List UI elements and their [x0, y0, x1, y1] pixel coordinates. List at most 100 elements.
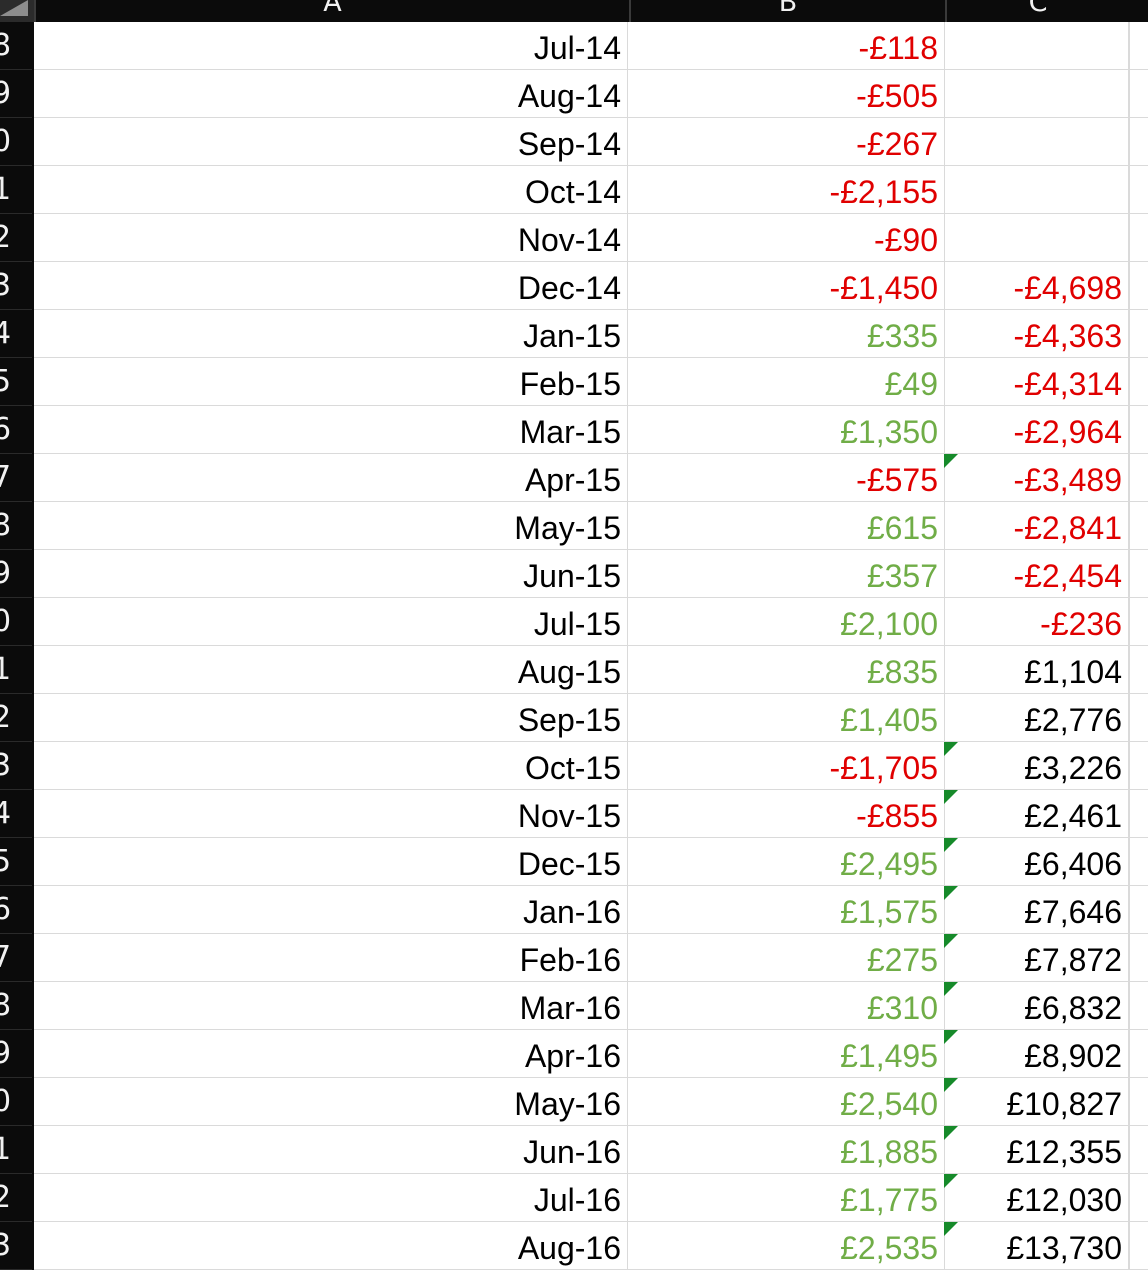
cell-running-total[interactable]: £6,406 — [944, 838, 1129, 885]
cell-running-total[interactable]: £8,902 — [944, 1030, 1129, 1077]
cell-month[interactable]: Dec-15 — [34, 838, 628, 885]
row-header[interactable]: 0 — [0, 118, 32, 166]
cell-monthly-value[interactable]: -£575 — [628, 454, 945, 501]
row-header[interactable]: 5 — [0, 358, 32, 406]
cell-month[interactable]: Nov-15 — [34, 790, 628, 837]
cell-month[interactable]: Oct-14 — [34, 166, 628, 213]
error-indicator-icon[interactable] — [944, 982, 958, 996]
select-all-corner[interactable] — [0, 0, 36, 22]
cell-month[interactable]: Jan-15 — [34, 310, 628, 357]
cell-monthly-value[interactable]: -£1,450 — [628, 262, 945, 309]
cell-running-total[interactable]: -£4,698 — [945, 262, 1129, 309]
cell-month[interactable]: Aug-16 — [34, 1222, 628, 1269]
error-indicator-icon[interactable] — [944, 838, 958, 852]
cell-monthly-value[interactable]: £1,350 — [628, 406, 945, 453]
cell-monthly-value[interactable]: -£1,705 — [628, 742, 945, 789]
row-header[interactable]: 2 — [0, 214, 32, 262]
cell-running-total[interactable]: £7,646 — [944, 886, 1129, 933]
cell-month[interactable]: Aug-15 — [34, 646, 628, 693]
cell-month[interactable]: Jul-16 — [34, 1174, 628, 1221]
row-header[interactable]: 1 — [0, 646, 32, 694]
cell-monthly-value[interactable]: £1,495 — [628, 1030, 945, 1077]
cell-month[interactable]: May-16 — [34, 1078, 628, 1125]
cell-month[interactable]: Dec-14 — [34, 262, 628, 309]
cell-month[interactable]: Apr-16 — [34, 1030, 628, 1077]
cell-running-total[interactable]: £2,461 — [944, 790, 1129, 837]
cell-monthly-value[interactable]: £2,540 — [628, 1078, 945, 1125]
cell-running-total[interactable] — [945, 214, 1129, 261]
row-header[interactable]: 6 — [0, 406, 32, 454]
cell-month[interactable]: Feb-16 — [34, 934, 628, 981]
cell-monthly-value[interactable]: £275 — [628, 934, 945, 981]
cell-monthly-value[interactable]: £1,575 — [628, 886, 945, 933]
column-header-c[interactable]: C — [947, 0, 1129, 22]
cell-running-total[interactable]: -£4,363 — [945, 310, 1129, 357]
row-header[interactable]: 2 — [0, 1174, 32, 1222]
cell-running-total[interactable] — [945, 166, 1129, 213]
cell-running-total[interactable]: -£2,841 — [945, 502, 1129, 549]
cell-monthly-value[interactable]: -£118 — [628, 22, 945, 69]
row-header[interactable]: 9 — [0, 1030, 32, 1078]
cell-month[interactable]: Oct-15 — [34, 742, 628, 789]
cell-running-total[interactable] — [945, 70, 1129, 117]
cell-running-total[interactable]: -£2,964 — [945, 406, 1129, 453]
cell-month[interactable]: Jun-15 — [34, 550, 628, 597]
cell-running-total[interactable]: £1,104 — [945, 646, 1129, 693]
error-indicator-icon[interactable] — [944, 1078, 958, 1092]
cell-running-total[interactable]: £12,030 — [944, 1174, 1129, 1221]
cell-monthly-value[interactable]: £835 — [628, 646, 945, 693]
cell-month[interactable]: May-15 — [34, 502, 628, 549]
column-header-a[interactable]: A — [36, 0, 631, 22]
row-header[interactable]: 9 — [0, 70, 32, 118]
row-header[interactable]: 9 — [0, 550, 32, 598]
cell-monthly-value[interactable]: £615 — [628, 502, 945, 549]
cell-running-total[interactable]: £13,730 — [944, 1222, 1129, 1269]
row-header[interactable]: 4 — [0, 790, 32, 838]
error-indicator-icon[interactable] — [944, 934, 958, 948]
cell-monthly-value[interactable]: £1,885 — [628, 1126, 945, 1173]
cell-monthly-value[interactable]: £357 — [628, 550, 945, 597]
cell-month[interactable]: Sep-14 — [34, 118, 628, 165]
row-header[interactable]: 8 — [0, 502, 32, 550]
cell-monthly-value[interactable]: £2,495 — [628, 838, 945, 885]
cell-month[interactable]: Apr-15 — [34, 454, 628, 501]
cell-month[interactable]: Mar-15 — [34, 406, 628, 453]
cell-monthly-value[interactable]: £1,775 — [628, 1174, 945, 1221]
cell-running-total[interactable]: £7,872 — [944, 934, 1129, 981]
row-header[interactable]: 3 — [0, 262, 32, 310]
error-indicator-icon[interactable] — [944, 742, 958, 756]
cell-monthly-value[interactable]: -£855 — [628, 790, 945, 837]
row-header[interactable]: 1 — [0, 1126, 32, 1174]
cell-running-total[interactable]: -£236 — [945, 598, 1129, 645]
cell-month[interactable]: Jul-15 — [34, 598, 628, 645]
cell-running-total[interactable]: -£4,314 — [945, 358, 1129, 405]
cell-month[interactable]: Jun-16 — [34, 1126, 628, 1173]
cell-monthly-value[interactable]: £310 — [628, 982, 945, 1029]
error-indicator-icon[interactable] — [944, 1126, 958, 1140]
row-header[interactable]: 0 — [0, 598, 32, 646]
row-header[interactable]: 1 — [0, 166, 32, 214]
cell-monthly-value[interactable]: £2,100 — [628, 598, 945, 645]
row-header[interactable]: 6 — [0, 886, 32, 934]
cell-running-total[interactable]: £12,355 — [944, 1126, 1129, 1173]
row-header[interactable]: 8 — [0, 982, 32, 1030]
cell-running-total[interactable] — [945, 22, 1129, 69]
cell-month[interactable]: Aug-14 — [34, 70, 628, 117]
cell-running-total[interactable]: £3,226 — [944, 742, 1129, 789]
row-header[interactable]: 7 — [0, 934, 32, 982]
cell-month[interactable]: Mar-16 — [34, 982, 628, 1029]
cell-running-total[interactable]: £6,832 — [944, 982, 1129, 1029]
row-header[interactable]: 0 — [0, 1078, 32, 1126]
cell-monthly-value[interactable]: -£90 — [628, 214, 945, 261]
cell-monthly-value[interactable]: -£267 — [628, 118, 945, 165]
cell-running-total[interactable]: -£3,489 — [944, 454, 1129, 501]
cell-monthly-value[interactable]: £1,405 — [628, 694, 945, 741]
cell-monthly-value[interactable]: £2,535 — [628, 1222, 945, 1269]
error-indicator-icon[interactable] — [944, 790, 958, 804]
cell-month[interactable]: Jul-14 — [34, 22, 628, 69]
error-indicator-icon[interactable] — [944, 1030, 958, 1044]
cell-month[interactable]: Sep-15 — [34, 694, 628, 741]
cell-running-total[interactable]: £10,827 — [944, 1078, 1129, 1125]
cell-running-total[interactable] — [945, 118, 1129, 165]
cell-month[interactable]: Feb-15 — [34, 358, 628, 405]
